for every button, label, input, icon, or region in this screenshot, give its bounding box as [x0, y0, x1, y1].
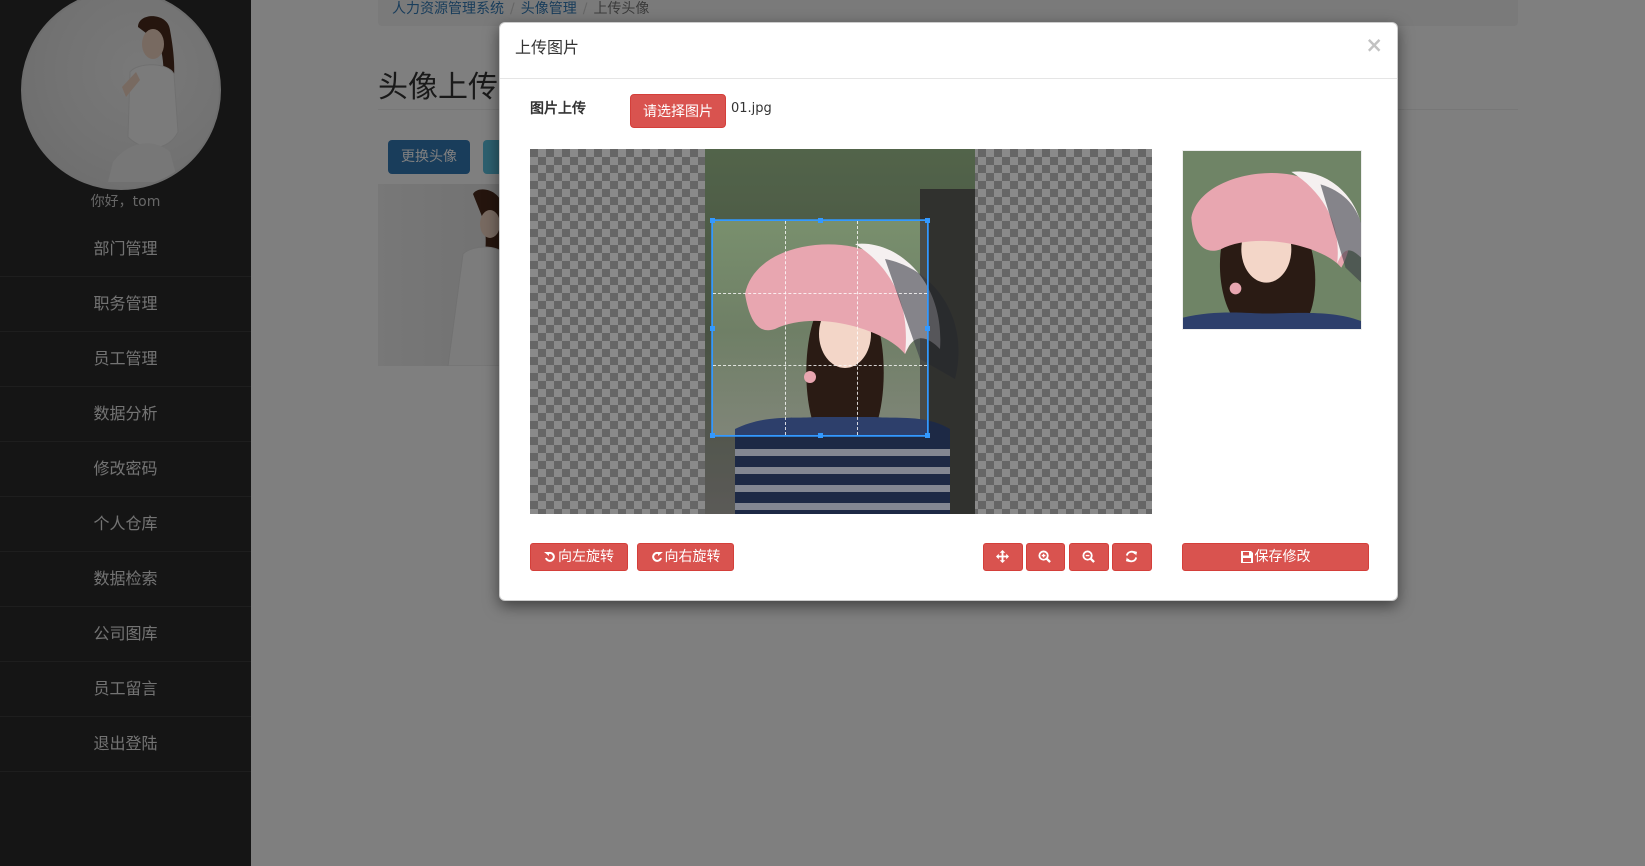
crop-handle-ne[interactable] — [925, 218, 930, 223]
rotate-left-button[interactable]: 向左旋转 — [530, 543, 628, 571]
upload-label: 图片上传 — [530, 101, 586, 117]
crop-handle-se[interactable] — [925, 433, 930, 438]
zoom-out-button[interactable] — [1069, 543, 1109, 571]
rotate-right-button[interactable]: 向右旋转 — [637, 543, 734, 571]
crop-handle-n[interactable] — [818, 218, 823, 223]
zoom-in-icon — [1038, 544, 1051, 570]
zoom-in-button[interactable] — [1026, 543, 1065, 571]
save-label: 保存修改 — [1254, 549, 1311, 565]
modal-header: 上传图片 × — [500, 23, 1397, 79]
rotate-left-icon — [544, 544, 556, 570]
upload-modal: 上传图片 × 图片上传 请选择图片 01.jpg 向左旋转 向右旋转 保存修改 — [499, 22, 1398, 601]
rotate-right-label: 向右旋转 — [664, 549, 721, 565]
crop-selection-box[interactable] — [710, 218, 930, 438]
reset-button[interactable] — [1112, 543, 1152, 571]
modal-title: 上传图片 — [515, 38, 580, 57]
zoom-out-icon — [1081, 544, 1095, 570]
close-icon[interactable]: × — [1365, 35, 1383, 56]
crop-handle-sw[interactable] — [710, 433, 715, 438]
save-changes-button[interactable]: 保存修改 — [1182, 543, 1369, 571]
crop-handle-s[interactable] — [818, 433, 823, 438]
floppy-disk-icon — [1240, 544, 1253, 570]
crop-preview — [1182, 150, 1362, 330]
selected-file-name: 01.jpg — [731, 101, 772, 116]
crop-handle-w[interactable] — [710, 326, 715, 331]
crop-canvas[interactable] — [530, 149, 1152, 514]
move-button[interactable] — [983, 543, 1023, 571]
refresh-icon — [1125, 544, 1138, 570]
move-icon — [995, 544, 1009, 570]
crop-handle-nw[interactable] — [710, 218, 715, 223]
crop-handle-e[interactable] — [925, 326, 930, 331]
choose-image-button[interactable]: 请选择图片 — [630, 94, 726, 128]
rotate-right-icon — [651, 544, 663, 570]
rotate-left-label: 向左旋转 — [558, 549, 614, 565]
